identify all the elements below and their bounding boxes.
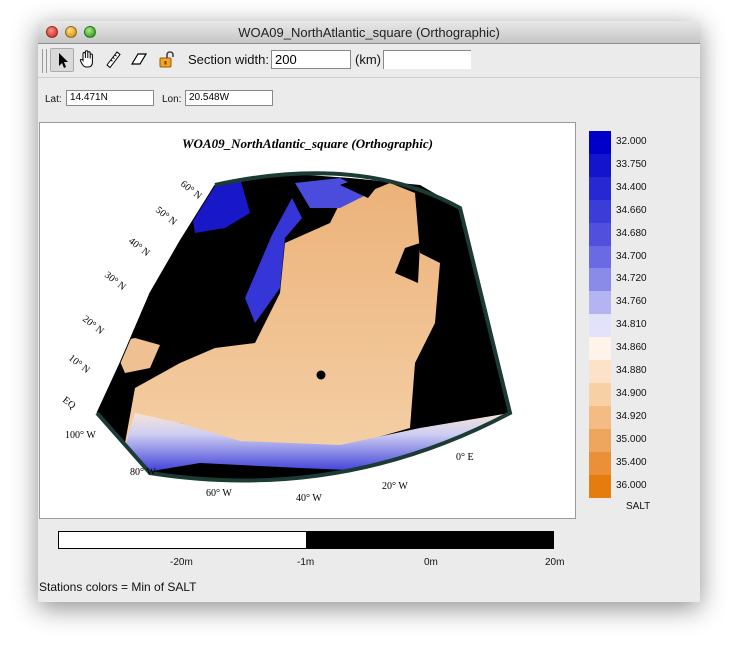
toolbar: Section width: 200 (km)	[38, 44, 700, 78]
colorbar-swatch	[589, 153, 611, 178]
colorbar-label: 34.810	[616, 319, 647, 331]
colorbar-label: 35.400	[616, 456, 647, 468]
colorbar-swatch	[589, 314, 611, 338]
colorbar-swatch	[589, 176, 611, 201]
colorbar-label: 34.920	[616, 410, 647, 422]
colorbar-label: 34.400	[616, 181, 647, 193]
colorbar-label: 35.000	[616, 433, 647, 445]
lat-label-40: 40° N	[126, 236, 151, 259]
colorbar-swatch	[589, 222, 611, 246]
pan-tool-button[interactable]	[76, 48, 100, 72]
depth-scale-bar[interactable]	[58, 531, 554, 549]
lon-label-80w: 80° W	[130, 467, 156, 478]
colorbar-label: 32.000	[616, 136, 647, 147]
depth-label-minus20: -20m	[170, 557, 193, 568]
arrow-pointer-icon	[59, 53, 68, 68]
depth-label-0: 0m	[424, 557, 438, 568]
window-title: WOA09_NorthAtlantic_square (Orthographic…	[238, 25, 500, 40]
ruler-icon	[106, 51, 121, 69]
lat-label: Lat:	[45, 94, 62, 105]
lon-label-40w: 40° W	[296, 493, 322, 504]
colorbar-label: 34.880	[616, 365, 647, 376]
colorbar-label: 34.720	[616, 273, 647, 285]
depth-label-minus1: -1m	[297, 557, 315, 568]
colorbar-swatch	[589, 382, 611, 407]
colorbar-label: 34.700	[616, 250, 647, 262]
colorbar-label: 36.000	[616, 479, 647, 491]
colorbar-label: 34.680	[616, 227, 647, 239]
arrow-tool-button[interactable]	[50, 48, 74, 72]
colorbar-label: 34.900	[616, 387, 647, 399]
hand-icon	[79, 50, 93, 68]
colorbar-label: 33.750	[616, 158, 647, 170]
lon-field[interactable]: 20.548W	[185, 90, 273, 106]
lon-label-20w: 20° W	[382, 481, 408, 492]
lat-label-30: 30° N	[102, 270, 127, 293]
lat-label-60: 60° N	[178, 179, 203, 202]
colorbar-swatch	[589, 474, 611, 498]
depth-label-20: 20m	[545, 557, 565, 568]
colorbar-swatch	[589, 405, 611, 430]
colorbar-swatch	[589, 268, 611, 292]
colorbar-swatch	[589, 199, 611, 224]
lat-label-20: 20° N	[80, 314, 105, 337]
station-colors-caption: Stations colors = Min of SALT	[39, 580, 197, 594]
section-width-input[interactable]: 200	[271, 50, 351, 69]
colorbar-label: 34.860	[616, 342, 647, 354]
colorbar-swatch	[589, 451, 611, 475]
colorbar-label: 34.760	[616, 296, 647, 308]
lat-label-10: 10° N	[66, 353, 91, 376]
toolbar-extra-field[interactable]	[383, 50, 471, 69]
lat-label-eq: EQ	[60, 395, 78, 412]
map-plot-area[interactable]: WOA09_NorthAtlantic_square (Orthographic…	[39, 122, 576, 519]
section-tool-button[interactable]	[128, 48, 152, 72]
colorbar-swatch	[589, 428, 611, 453]
ruler-tool-button[interactable]	[102, 48, 126, 72]
selected-station-marker[interactable]	[316, 370, 326, 380]
colorbar-swatch	[589, 245, 611, 269]
app-window: WOA09_NorthAtlantic_square (Orthographic…	[38, 21, 700, 602]
toolbar-grip[interactable]	[42, 49, 47, 73]
lon-label-0e: 0° E	[456, 452, 474, 463]
lat-label-50: 50° N	[153, 205, 178, 228]
lon-label: Lon:	[162, 94, 182, 105]
lock-icon	[159, 51, 174, 68]
colorbar-swatch	[589, 131, 611, 155]
lon-label-100w: 100° W	[65, 430, 96, 441]
section-width-unit: (km)	[355, 52, 381, 67]
colorbar-swatch	[589, 337, 611, 361]
colorbar-swatch	[589, 291, 611, 315]
lat-field[interactable]: 14.471N	[66, 90, 154, 106]
lock-tool-button[interactable]	[156, 48, 180, 72]
title-bar: WOA09_NorthAtlantic_square (Orthographic…	[38, 21, 700, 44]
section-width-label: Section width:	[188, 52, 269, 67]
map-canvas: 60° N 50° N 40° N 30° N 20° N 10° N EQ 1…	[60, 171, 513, 504]
colorbar-label: 34.660	[616, 204, 647, 216]
section-icon	[130, 53, 148, 65]
lon-label-60w: 60° W	[206, 488, 232, 499]
colorbar-variable-label: SALT	[626, 501, 651, 512]
colorbar-swatch	[589, 360, 611, 384]
